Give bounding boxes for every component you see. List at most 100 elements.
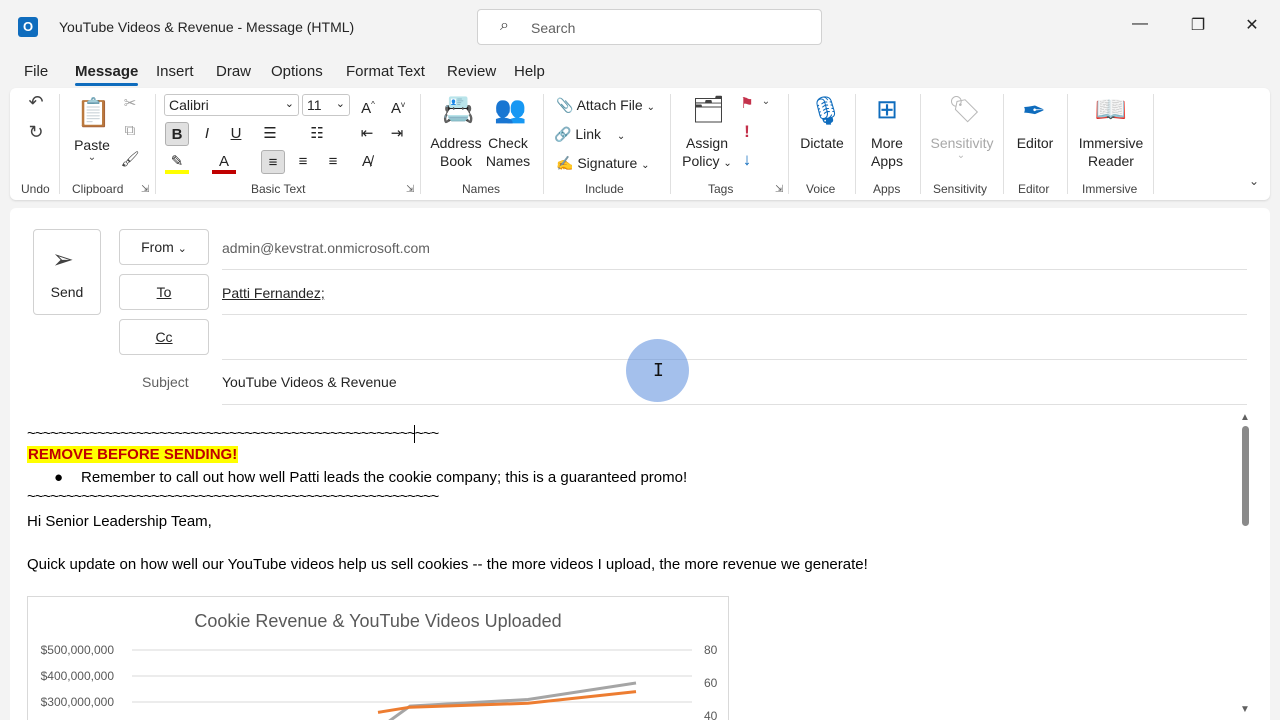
body-scrollbar[interactable]: ▲ ▼ (1238, 412, 1252, 720)
low-importance-icon[interactable]: ↓ (740, 150, 754, 170)
divider (155, 94, 156, 194)
chevron-down-icon[interactable]: ⌄ (954, 150, 968, 161)
bullet-item: Remember to call out how well Patti lead… (81, 469, 688, 486)
immersive-reader-label-2: Reader (1088, 153, 1134, 169)
attach-file-button[interactable]: 📎 Attach File ⌄ (556, 97, 655, 114)
restore-icon[interactable]: ❐ (1188, 15, 1208, 35)
assign-policy-icon[interactable]: 🗂 (692, 94, 725, 125)
editor-button[interactable]: Editor (1008, 134, 1062, 152)
shrink-font-icon[interactable]: Av (386, 93, 410, 117)
redo-icon[interactable]: ↻ (24, 122, 48, 143)
dictate-button[interactable]: Dictate (794, 134, 850, 152)
high-importance-icon[interactable]: ! (740, 122, 754, 142)
undo-icon[interactable]: ↶ (24, 92, 48, 113)
group-label-basic-text: Basic Text (251, 182, 306, 196)
immersive-reader-button[interactable]: Immersive Reader (1074, 134, 1148, 170)
divider (670, 94, 671, 194)
font-name-select[interactable]: Calibri ⌄ (164, 94, 299, 116)
grow-font-icon[interactable]: A^ (356, 93, 380, 117)
immersive-reader-icon[interactable]: 📖 (1094, 94, 1128, 125)
tab-review[interactable]: Review (447, 63, 496, 80)
divider (1003, 94, 1004, 194)
tab-format-text[interactable]: Format Text (346, 63, 425, 80)
microphone-icon[interactable]: 🎙 (808, 94, 844, 127)
link-button[interactable]: 🔗 Link ⌄ (554, 126, 625, 143)
ribbon-collapse-chevron-icon[interactable]: ⌄ (1246, 174, 1262, 188)
scroll-thumb[interactable] (1242, 426, 1249, 526)
apps-grid-icon[interactable]: ⊞ (872, 94, 902, 125)
assign-policy-button[interactable]: Assign Policy ⌄ (676, 134, 738, 173)
tab-file[interactable]: File (24, 63, 48, 80)
address-book-icon[interactable]: 📇 (442, 94, 474, 125)
from-underline (222, 269, 1247, 270)
more-apps-label-1: More (871, 135, 903, 151)
subject-label: Subject (142, 374, 189, 390)
minimize-icon[interactable]: — (1130, 15, 1150, 33)
paragraph-text: Quick update on how well our YouTube vid… (27, 556, 868, 573)
chevron-down-icon[interactable]: ⌄ (82, 152, 102, 163)
font-size-select[interactable]: 11 ⌄ (302, 94, 350, 116)
highlight-icon[interactable]: ✎ (165, 150, 189, 174)
tab-insert[interactable]: Insert (156, 63, 194, 80)
y-left-tick-label: $300,000,000 (41, 695, 115, 709)
signature-button[interactable]: ✍ Signature ⌄ (556, 155, 650, 172)
search-input[interactable]: ⌕ Search (477, 9, 822, 45)
dialog-launcher-icon[interactable]: ⇲ (141, 184, 149, 195)
dialog-launcher-icon[interactable]: ⇲ (775, 184, 783, 195)
group-label-undo: Undo (21, 182, 50, 196)
address-book-label-1: Address (430, 135, 482, 151)
chart-svg: Cookie Revenue & YouTube Videos Uploaded… (41, 611, 718, 720)
close-icon[interactable]: ✕ (1242, 15, 1262, 35)
chevron-down-icon[interactable]: ⌄ (760, 96, 772, 107)
send-button[interactable]: ➢ Send (33, 229, 101, 315)
embedded-chart[interactable]: Cookie Revenue & YouTube Videos Uploaded… (27, 596, 729, 720)
cc-label: Cc (155, 329, 173, 345)
check-names-icon[interactable]: 👥 (494, 94, 526, 125)
tab-options[interactable]: Options (271, 63, 323, 80)
bullet-dot: ● (54, 469, 64, 486)
to-field[interactable]: Patti Fernandez; (222, 285, 325, 301)
scroll-down-icon[interactable]: ▼ (1240, 704, 1250, 715)
sensitivity-icon[interactable]: 🏷 (948, 94, 981, 125)
scroll-up-icon[interactable]: ▲ (1240, 412, 1250, 423)
cc-button[interactable]: Cc (119, 319, 209, 355)
tab-message[interactable]: Message (75, 63, 139, 86)
address-book-button[interactable]: Address Book (426, 134, 486, 170)
align-center-button[interactable]: ≡ (291, 150, 315, 174)
more-apps-button[interactable]: More Apps (860, 134, 914, 170)
tab-draw[interactable]: Draw (216, 63, 251, 80)
from-value: admin@kevstrat.onmicrosoft.com (222, 240, 430, 256)
chevron-down-icon: ⌄ (177, 243, 187, 255)
bold-button[interactable]: B (165, 122, 189, 146)
subject-field[interactable]: YouTube Videos & Revenue (222, 374, 397, 390)
italic-button[interactable]: I (195, 122, 219, 146)
cc-field[interactable] (222, 324, 1247, 356)
tab-help[interactable]: Help (514, 63, 545, 80)
copy-icon[interactable]: ⧉ (120, 122, 140, 139)
increase-indent-icon[interactable]: ⇥ (385, 122, 409, 146)
to-button[interactable]: To (119, 274, 209, 310)
follow-up-flag-icon[interactable]: ⚑ (738, 94, 756, 112)
bullets-icon[interactable]: ☰ (258, 122, 282, 146)
attach-file-label: Attach File (576, 97, 643, 113)
format-painter-icon[interactable]: 🖌 (120, 150, 140, 168)
y-left-tick-label: $500,000,000 (41, 643, 115, 657)
font-color-icon[interactable]: A (212, 150, 236, 174)
dialog-launcher-icon[interactable]: ⇲ (406, 184, 414, 195)
from-button[interactable]: From ⌄ (119, 229, 209, 265)
align-left-button[interactable]: ≡ (261, 150, 285, 174)
menu-bar: File Message Insert Draw Options Format … (0, 56, 1280, 88)
align-right-button[interactable]: ≡ (321, 150, 345, 174)
paste-icon[interactable]: 📋 (76, 96, 111, 129)
group-label-immersive: Immersive (1082, 182, 1138, 196)
numbering-icon[interactable]: ☷ (305, 122, 329, 146)
divider (788, 94, 789, 194)
outlook-logo-icon: O (18, 17, 38, 37)
cut-icon[interactable]: ✂ (120, 94, 140, 112)
underline-button[interactable]: U (224, 122, 248, 146)
check-names-button[interactable]: Check Names (478, 134, 538, 170)
decrease-indent-icon[interactable]: ⇤ (355, 122, 379, 146)
group-label-include: Include (585, 182, 624, 196)
editor-pen-icon[interactable]: ✒ (1018, 94, 1050, 127)
clear-formatting-icon[interactable]: A̸ (355, 150, 379, 174)
